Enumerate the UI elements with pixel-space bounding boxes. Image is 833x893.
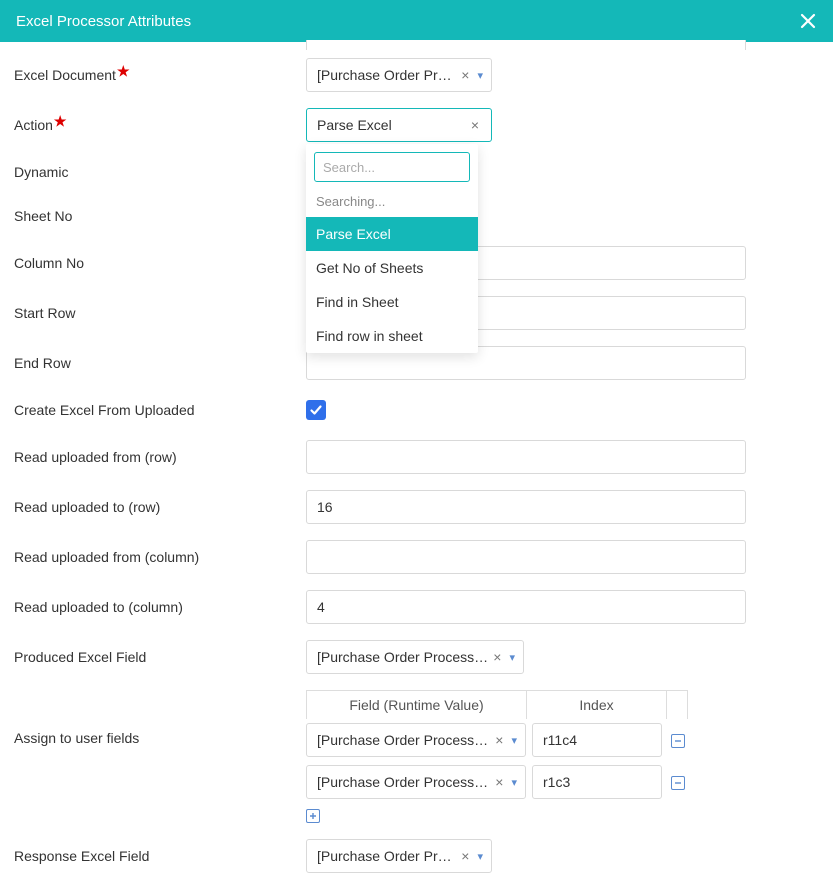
chevron-down-icon: ▾ <box>477 850 483 863</box>
read-from-col-label: Read uploaded from (column) <box>12 549 306 565</box>
minus-icon <box>674 737 682 745</box>
dropdown-status-text: Searching... <box>306 190 478 217</box>
clear-icon[interactable]: × <box>457 67 473 83</box>
assign-fields-table: Field (Runtime Value) Index [Purchase Or… <box>306 690 688 823</box>
action-dropdown: Searching... Parse Excel Get No of Sheet… <box>306 144 478 353</box>
read-from-row-row: Read uploaded from (row) <box>12 432 821 482</box>
read-from-row-input[interactable] <box>306 440 746 474</box>
response-field-select[interactable]: [Purchase Order Proce… × ▾ <box>306 839 492 873</box>
response-field-label: Response Excel Field <box>12 848 306 864</box>
dialog-title: Excel Processor Attributes <box>16 13 191 30</box>
action-label: Action★ <box>12 117 306 134</box>
column-no-label: Column No <box>12 255 306 271</box>
read-to-col-input[interactable] <box>306 590 746 624</box>
th-actions <box>667 691 687 719</box>
close-button[interactable] <box>799 12 817 30</box>
create-from-uploaded-label: Create Excel From Uploaded <box>12 402 306 418</box>
add-row-button[interactable] <box>306 809 320 823</box>
dynamic-label: Dynamic <box>12 164 306 180</box>
table-header: Field (Runtime Value) Index <box>306 690 688 719</box>
dropdown-search-input[interactable] <box>314 152 470 182</box>
dropdown-option[interactable]: Find in Sheet <box>306 285 478 319</box>
dropdown-option[interactable]: Find row in sheet <box>306 319 478 353</box>
table-row: [Purchase Order Process] Tot… × ▾ <box>306 719 688 761</box>
required-star: ★ <box>117 63 130 79</box>
end-row-label: End Row <box>12 355 306 371</box>
dropdown-option[interactable]: Get No of Sheets <box>306 251 478 285</box>
check-icon <box>309 403 323 417</box>
row-index-input[interactable] <box>532 765 662 799</box>
read-to-row-row: Read uploaded to (row) <box>12 482 821 532</box>
clear-icon[interactable]: × <box>467 117 483 133</box>
produced-field-value: [Purchase Order Process] Excel f… <box>317 649 489 665</box>
excel-document-label: Excel Document★ <box>12 67 306 84</box>
clear-icon[interactable]: × <box>491 774 507 790</box>
read-from-col-row: Read uploaded from (column) <box>12 532 821 582</box>
row-field-select[interactable]: [Purchase Order Process] Un… × ▾ <box>306 765 526 799</box>
row-field-value: [Purchase Order Process] Un… <box>317 774 491 790</box>
read-from-col-input[interactable] <box>306 540 746 574</box>
parent-stage-input[interactable] <box>306 40 746 50</box>
create-from-uploaded-checkbox[interactable] <box>306 400 326 420</box>
assign-fields-label: Assign to user fields <box>12 690 306 746</box>
read-to-col-row: Read uploaded to (column) <box>12 582 821 632</box>
dialog-header: Excel Processor Attributes <box>0 0 833 42</box>
clear-icon[interactable]: × <box>457 848 473 864</box>
remove-row-button[interactable] <box>671 776 685 790</box>
dropdown-option[interactable]: Parse Excel <box>306 217 478 251</box>
close-icon <box>799 12 817 30</box>
read-to-row-label: Read uploaded to (row) <box>12 499 306 515</box>
read-to-row-input[interactable] <box>306 490 746 524</box>
action-row: Action★ Parse Excel × Searching... Parse… <box>12 100 821 150</box>
minus-icon <box>674 779 682 787</box>
chevron-down-icon: ▾ <box>509 651 515 664</box>
excel-document-value: [Purchase Order Proce… <box>317 67 457 83</box>
chevron-down-icon: ▾ <box>511 734 517 747</box>
row-field-select[interactable]: [Purchase Order Process] Tot… × ▾ <box>306 723 526 757</box>
parent-stage-row <box>12 40 821 50</box>
row-field-value: [Purchase Order Process] Tot… <box>317 732 491 748</box>
action-value: Parse Excel <box>317 117 467 133</box>
read-from-row-label: Read uploaded from (row) <box>12 449 306 465</box>
produced-field-label: Produced Excel Field <box>12 649 306 665</box>
remove-row-button[interactable] <box>671 734 685 748</box>
th-field: Field (Runtime Value) <box>307 691 527 719</box>
read-to-col-label: Read uploaded to (column) <box>12 599 306 615</box>
excel-document-select[interactable]: [Purchase Order Proce… × ▾ <box>306 58 492 92</box>
plus-icon <box>309 812 317 820</box>
required-star: ★ <box>54 113 67 129</box>
th-index: Index <box>527 691 667 719</box>
excel-document-row: Excel Document★ [Purchase Order Proce… ×… <box>12 50 821 100</box>
clear-icon[interactable]: × <box>489 649 505 665</box>
response-field-row: Response Excel Field [Purchase Order Pro… <box>12 831 821 881</box>
response-field-value: [Purchase Order Proce… <box>317 848 457 864</box>
sheet-no-label: Sheet No <box>12 208 306 224</box>
action-select[interactable]: Parse Excel × <box>306 108 492 142</box>
assign-fields-row: Assign to user fields Field (Runtime Val… <box>12 682 821 831</box>
create-from-uploaded-row: Create Excel From Uploaded <box>12 388 821 432</box>
row-index-input[interactable] <box>532 723 662 757</box>
form-body: Excel Document★ [Purchase Order Proce… ×… <box>0 40 833 893</box>
chevron-down-icon: ▾ <box>477 69 483 82</box>
chevron-down-icon: ▾ <box>511 776 517 789</box>
clear-icon[interactable]: × <box>491 732 507 748</box>
produced-field-select[interactable]: [Purchase Order Process] Excel f… × ▾ <box>306 640 524 674</box>
start-row-label: Start Row <box>12 305 306 321</box>
produced-field-row: Produced Excel Field [Purchase Order Pro… <box>12 632 821 682</box>
